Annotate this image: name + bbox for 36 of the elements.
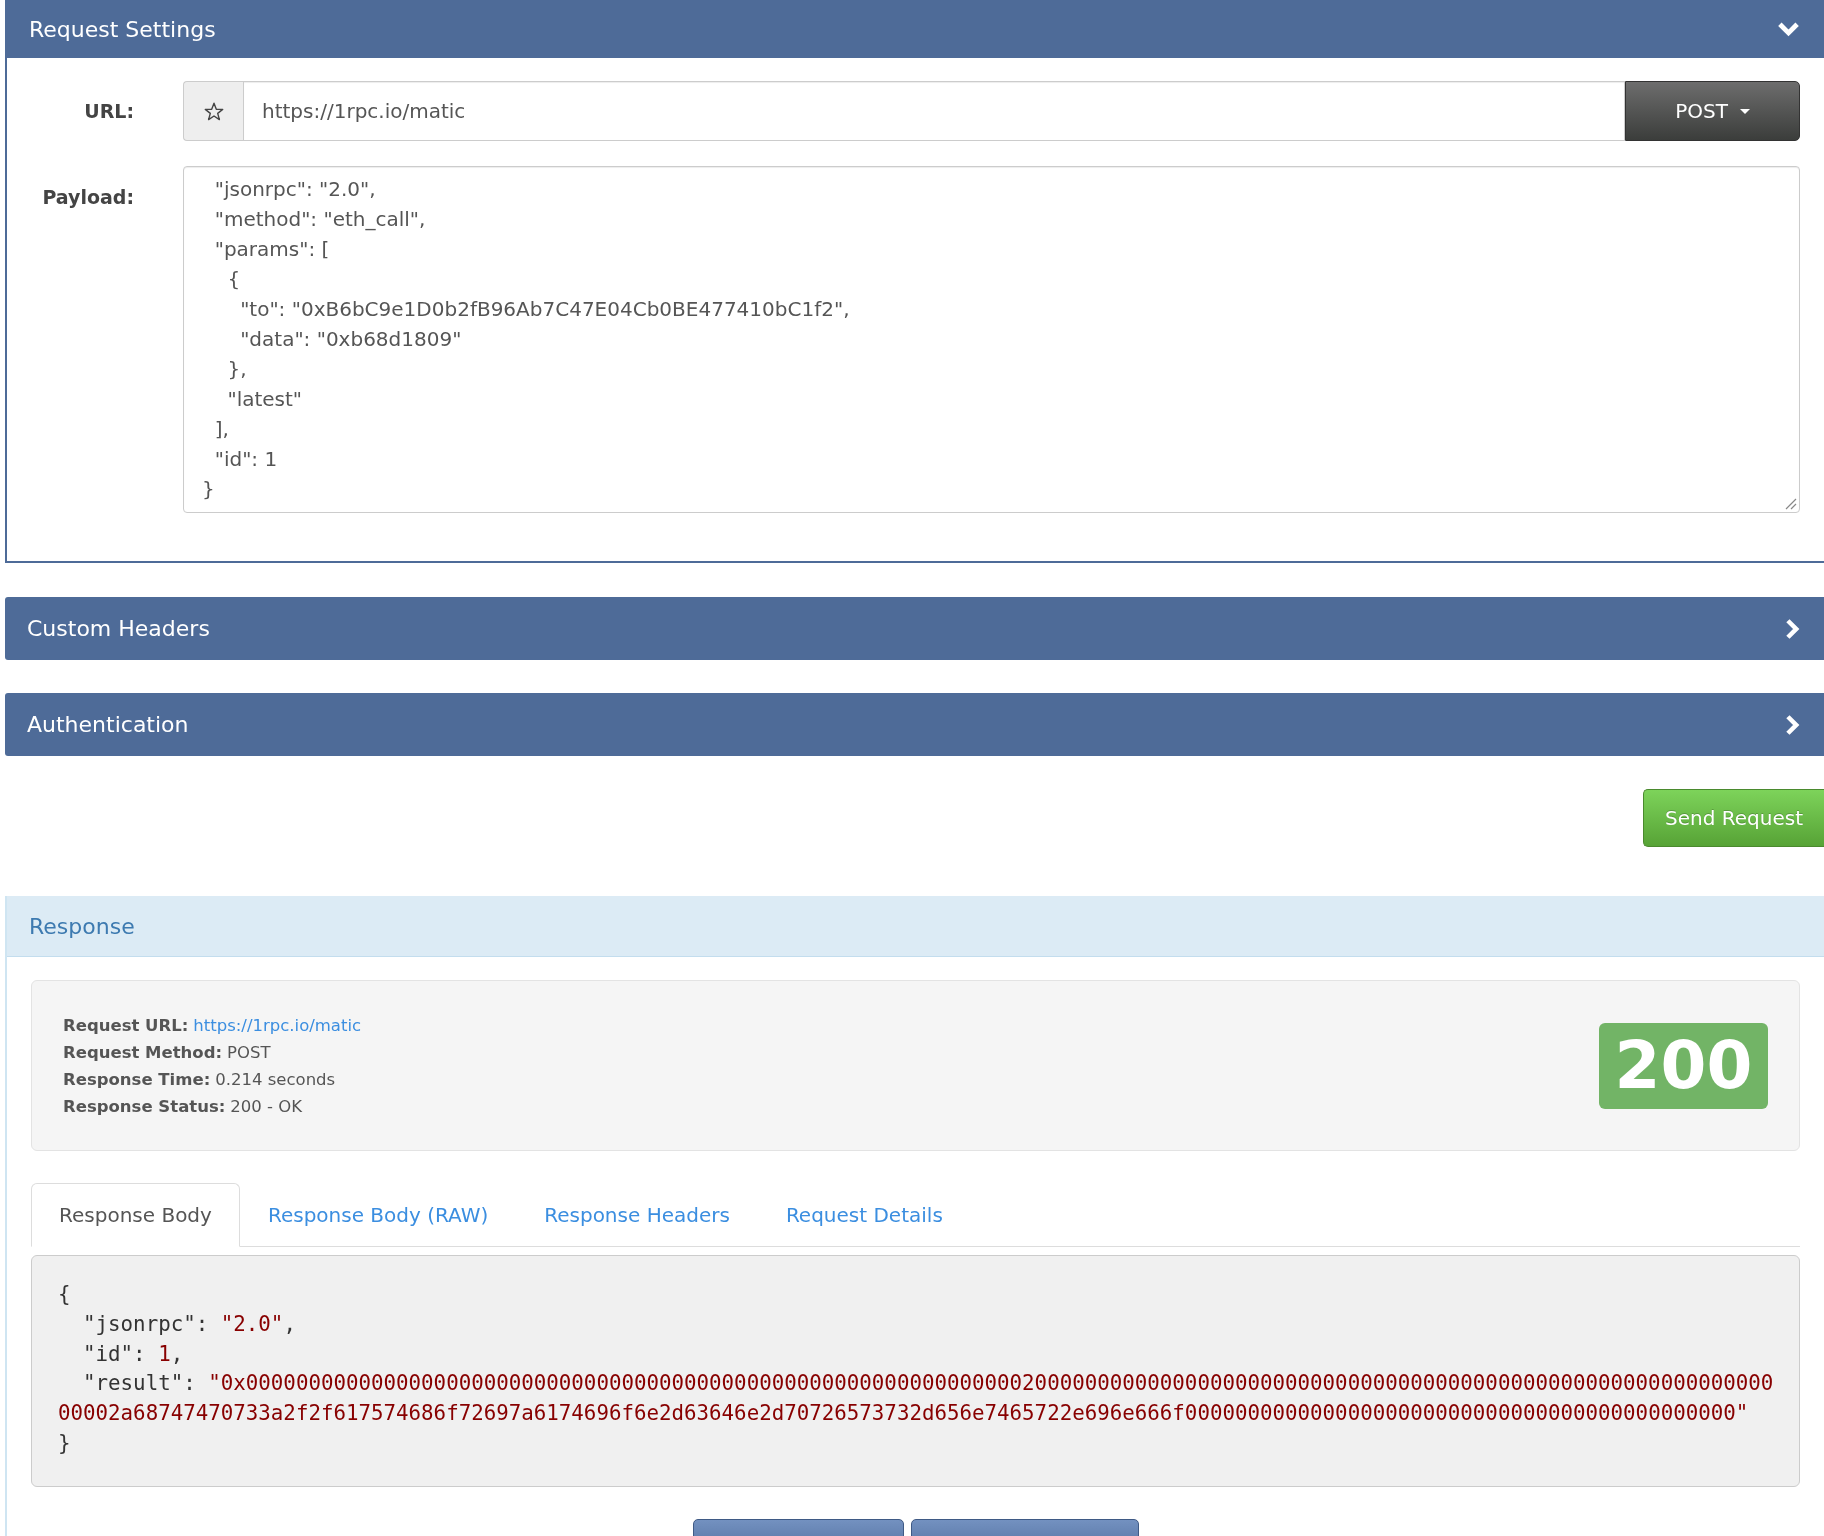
method-dropdown-button[interactable]: POST: [1625, 81, 1800, 141]
payload-field[interactable]: "jsonrpc": "2.0", "method": "eth_call", "params": [ { "to": "0xB6bC9e1D0b2fB96Ab7C47E04Cb0BE477410bC1f2", "data": "0xb68d1809" }, "latest" ], "id": 1 }: [183, 166, 1800, 513]
info-label: Response Time:: [63, 1068, 211, 1091]
panel-title: Custom Headers: [27, 616, 210, 641]
info-label: Request URL:: [63, 1014, 189, 1037]
response-tab[interactable]: Response Headers: [516, 1183, 758, 1247]
payload-label: Payload:: [41, 185, 134, 209]
info-label: Response Status:: [63, 1095, 226, 1118]
info-value: 200 - OK: [230, 1095, 303, 1118]
caret-icon: [1739, 108, 1750, 114]
info-value: POST: [227, 1041, 271, 1064]
chevron-down-icon[interactable]: [1777, 21, 1800, 37]
response-tab[interactable]: Response Body (RAW): [239, 1183, 517, 1247]
response-tab[interactable]: Request Details: [757, 1183, 971, 1247]
section-header-bar[interactable]: Custom Headers: [5, 597, 1824, 660]
url-label: URL:: [83, 99, 134, 123]
chevron-right-icon[interactable]: [1785, 617, 1800, 640]
code-line: }: [58, 1430, 72, 1457]
star-icon: [203, 101, 224, 121]
status-code-badge: 200: [1599, 1022, 1768, 1109]
request-url-link[interactable]: https://1rpc.io/matic: [193, 1011, 362, 1039]
info-label: Request Method:: [63, 1041, 223, 1064]
resize-handle-icon[interactable]: [1785, 498, 1797, 510]
response-tab[interactable]: Response Body: [31, 1183, 240, 1247]
chevron-right-icon[interactable]: [1785, 713, 1800, 736]
info-value: 0.214 seconds: [215, 1068, 336, 1091]
code-line: "jsonrpc": "2.0",: [82, 1310, 297, 1338]
code-line: "id": 1,: [82, 1340, 185, 1368]
section-header-bar[interactable]: Authentication: [5, 693, 1824, 756]
url-field[interactable]: https://1rpc.io/matic: [243, 81, 1625, 141]
panel-title: Authentication: [27, 712, 189, 737]
panel-title: Request Settings: [29, 16, 216, 42]
response-title: Response: [29, 913, 135, 939]
code-line: {: [58, 1281, 72, 1308]
code-line: "result": "0x0000000000000000000000000000000000000000000000000000000000000020000000000000000000000000000000000000000000000000000000000000002a68747470733a2f2f617574686f72697a6174696f6e2d63646e2d70726573732d656e7465722e696e666f00000000000000000000000000000000000000000000": [58, 1370, 1775, 1428]
favorite-button[interactable]: [183, 81, 243, 141]
